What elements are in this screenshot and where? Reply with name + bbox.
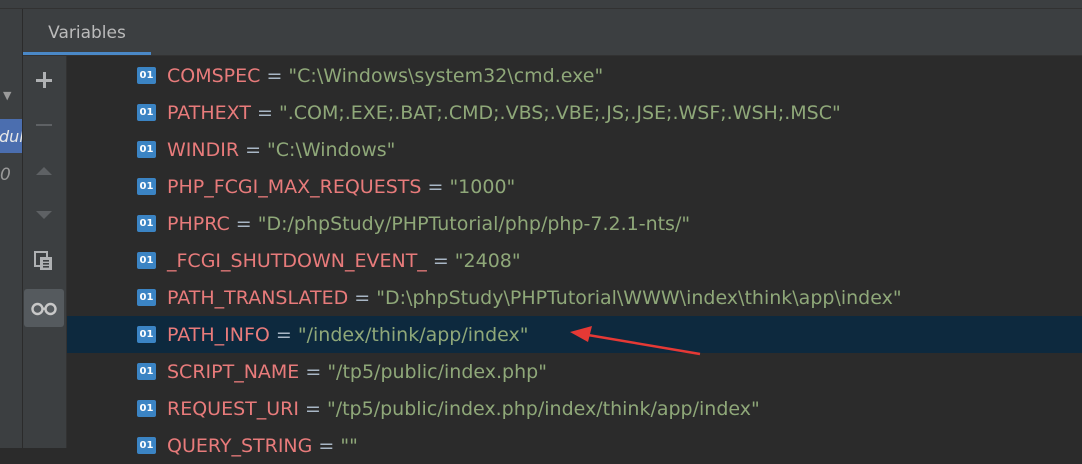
left-panel-edge: ▼ duk 0 (0, 9, 23, 448)
variable-name: _FCGI_SHUTDOWN_EVENT_ (167, 249, 427, 272)
equals-sign: = (426, 249, 455, 272)
add-watch-button[interactable] (24, 61, 64, 99)
variable-value: "D:\phpStudy\PHPTutorial\WWW\index\think… (376, 286, 902, 309)
variable-name: PATH_INFO (167, 323, 270, 346)
variable-value: "2408" (454, 249, 521, 272)
up-icon (36, 167, 52, 175)
chevron-down-icon[interactable]: ▼ (3, 89, 11, 102)
string-type-icon: 01 (137, 104, 156, 121)
equals-sign: = (421, 175, 450, 198)
variable-name: PATHEXT (167, 101, 251, 124)
equals-sign: = (229, 212, 258, 235)
variable-name: COMSPEC (167, 64, 261, 87)
equals-sign: = (260, 64, 289, 87)
string-type-icon: 01 (137, 141, 156, 158)
variable-row[interactable]: 01 PHP_FCGI_MAX_REQUESTS = "1000" (67, 168, 1082, 205)
variable-value: "C:\Windows\system32\cmd.exe" (288, 64, 604, 87)
variable-row[interactable]: 01 PATHEXT = ".COM;.EXE;.BAT;.CMD;.VBS;.… (67, 94, 1082, 131)
add-icon (36, 72, 52, 88)
variable-name: REQUEST_URI (167, 397, 299, 420)
equals-sign: = (299, 360, 328, 383)
selected-frame-item[interactable]: duk (0, 119, 22, 153)
variable-row[interactable]: 01 SCRIPT_NAME = "/tp5/public/index.php" (67, 353, 1082, 390)
string-type-icon: 01 (137, 437, 156, 454)
variable-name: PATH_TRANSLATED (167, 286, 349, 309)
variable-row[interactable]: 01 PHPRC = "D:/phpStudy/PHPTutorial/php/… (67, 205, 1082, 242)
variable-row[interactable]: 01 _FCGI_SHUTDOWN_EVENT_ = "2408" (67, 242, 1082, 279)
string-type-icon: 01 (137, 215, 156, 232)
move-down-button[interactable] (24, 196, 64, 234)
string-type-icon: 01 (137, 363, 156, 380)
variable-row[interactable]: 01 REQUEST_URI = "/tp5/public/index.php/… (67, 390, 1082, 427)
variable-name: PHPRC (167, 212, 230, 235)
string-type-icon: 01 (137, 326, 156, 343)
equals-sign: = (239, 138, 268, 161)
equals-sign: = (269, 323, 298, 346)
equals-sign: = (250, 101, 279, 124)
remove-icon (36, 124, 52, 126)
copy-icon (34, 251, 52, 270)
copy-button[interactable] (24, 242, 64, 280)
variable-name: QUERY_STRING (167, 434, 313, 457)
string-type-icon: 01 (137, 252, 156, 269)
string-type-icon: 01 (137, 289, 156, 306)
frame-item-index: 0 (0, 165, 11, 185)
tab-variables[interactable]: Variables (23, 9, 151, 55)
variable-name: WINDIR (167, 138, 240, 161)
frame-item-label: duk (0, 127, 22, 146)
variable-value: "1000" (449, 175, 516, 198)
variable-row[interactable]: 01 COMSPEC = "C:\Windows\system32\cmd.ex… (67, 57, 1082, 94)
variable-value: "/tp5/public/index.php" (327, 360, 547, 383)
variable-value: "/index/think/app/index" (297, 323, 529, 346)
variable-value: "/tp5/public/index.php/index/think/app/i… (326, 397, 760, 420)
variable-value: "C:\Windows" (267, 138, 396, 161)
equals-sign: = (348, 286, 377, 309)
equals-sign: = (312, 434, 341, 457)
variable-name: PHP_FCGI_MAX_REQUESTS (167, 175, 422, 198)
string-type-icon: 01 (137, 67, 156, 84)
down-icon (36, 211, 52, 219)
variables-panel-header (23, 9, 1082, 56)
variable-row[interactable]: 01 PATH_TRANSLATED = "D:\phpStudy\PHPTut… (67, 279, 1082, 316)
show-watches-toggle[interactable] (24, 289, 64, 327)
variable-row[interactable]: 01 WINDIR = "C:\Windows" (67, 131, 1082, 168)
variables-toolbar (23, 56, 67, 448)
variables-list: 01 COMSPEC = "C:\Windows\system32\cmd.ex… (67, 56, 1082, 457)
watch-icon (31, 302, 57, 316)
move-up-button[interactable] (24, 152, 64, 190)
string-type-icon: 01 (137, 178, 156, 195)
remove-watch-button[interactable] (24, 106, 64, 144)
equals-sign: = (298, 397, 327, 420)
annotation-arrow-icon (570, 326, 701, 356)
variable-name: SCRIPT_NAME (167, 360, 300, 383)
variable-value: ".COM;.EXE;.BAT;.CMD;.VBS;.VBE;.JS;.JSE;… (278, 101, 841, 124)
string-type-icon: 01 (137, 400, 156, 417)
top-toolbar-strip (0, 0, 1082, 9)
variable-value: "" (340, 434, 358, 457)
variable-value: "D:/phpStudy/PHPTutorial/php/php-7.2.1-n… (257, 212, 691, 235)
variable-row[interactable]: 01 QUERY_STRING = "" (67, 427, 1082, 464)
